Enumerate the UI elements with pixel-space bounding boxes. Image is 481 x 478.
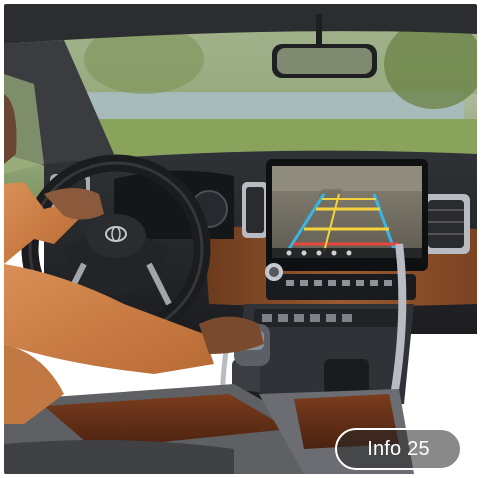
info-button-label: Info 25 — [367, 437, 430, 460]
info-button[interactable]: Info 25 — [335, 428, 462, 470]
photo-frame: Info 25 — [4, 4, 477, 474]
truck-interior-photo — [4, 4, 477, 474]
